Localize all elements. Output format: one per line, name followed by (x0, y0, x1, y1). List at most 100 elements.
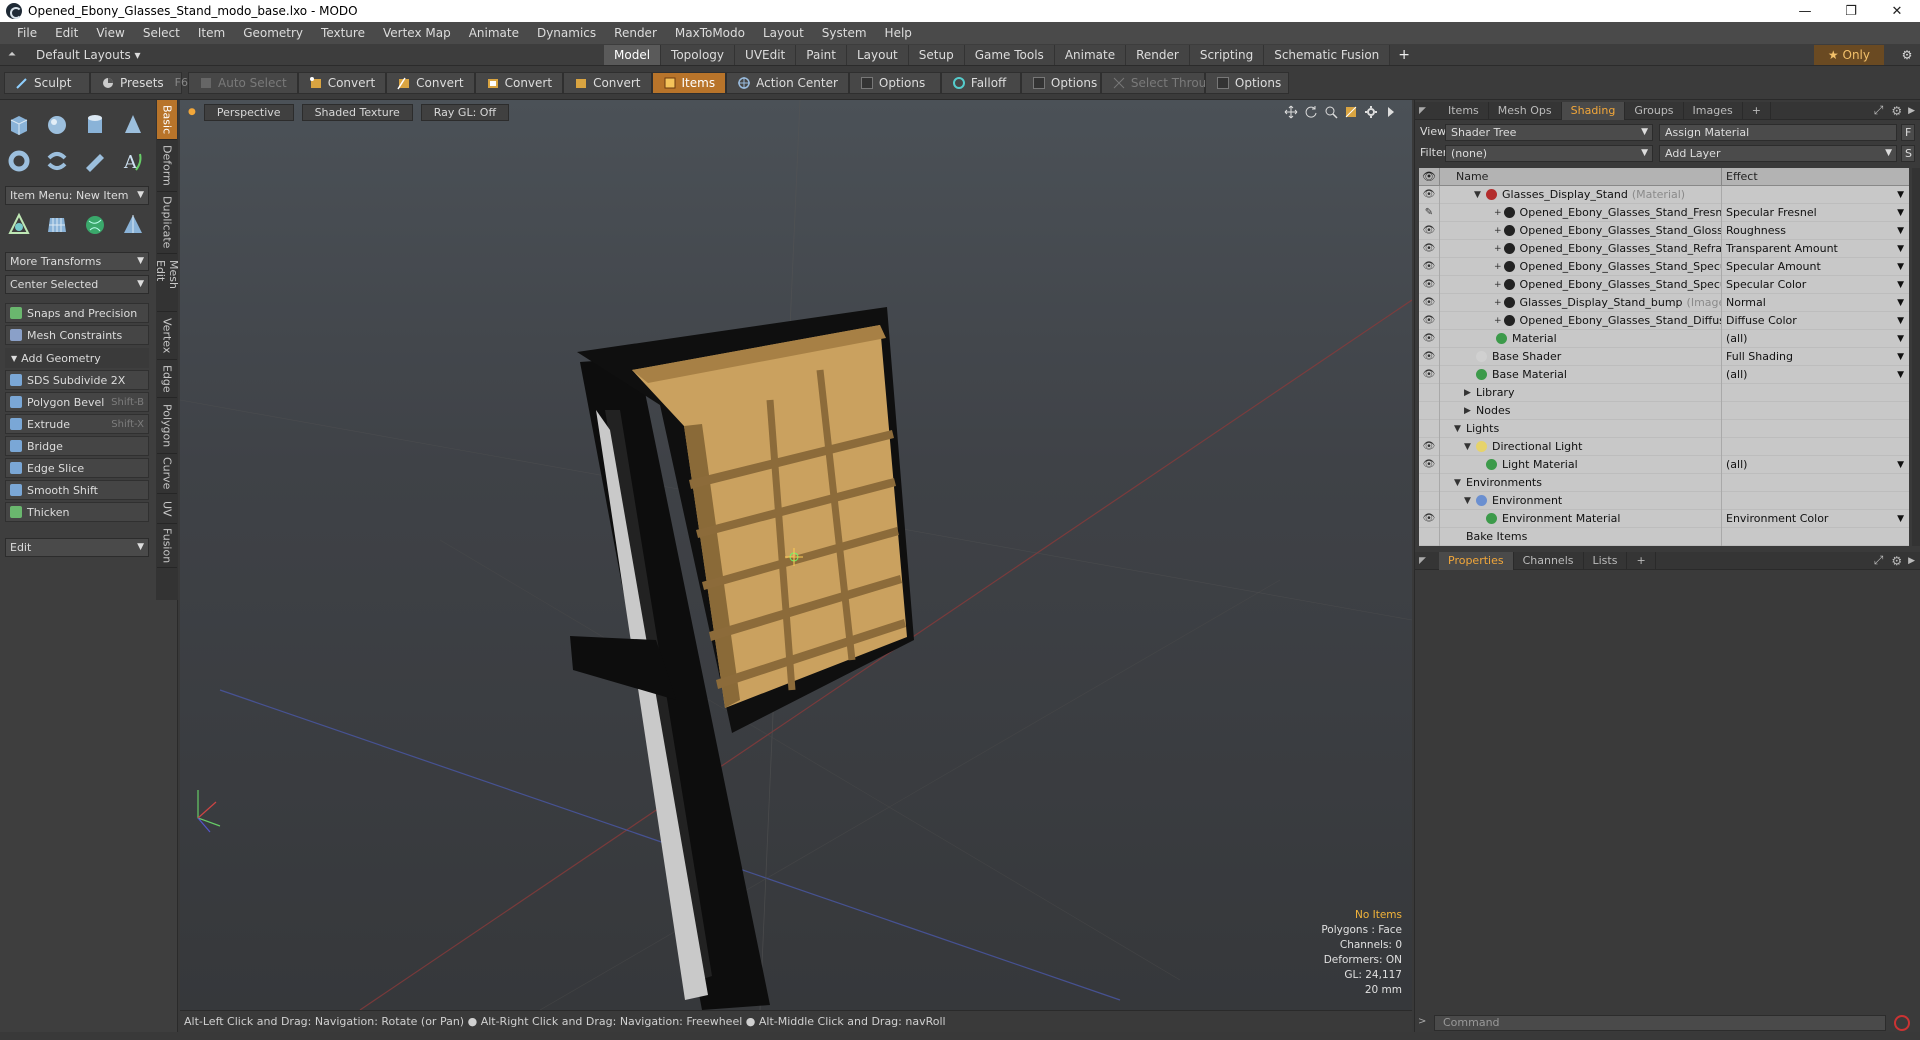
center-selected-dropdown[interactable]: Center Selected ▼ (5, 275, 149, 294)
maximize-button[interactable]: ❐ (1828, 0, 1874, 22)
view-dropdown[interactable]: Shader Tree ▼ (1445, 124, 1653, 141)
effect-cell[interactable] (1721, 383, 1909, 402)
tree-row[interactable]: 👁 + Opened_Ebony_Glasses_Stand_Refract_glo… (1419, 239, 1909, 258)
visibility-eye-icon[interactable]: 👁 (1419, 333, 1439, 344)
transform-gizmo-icon[interactable] (4, 210, 34, 240)
expand-toggle-icon[interactable]: ▼ (1454, 478, 1464, 488)
add-panel-tab-button[interactable]: + (1743, 101, 1771, 120)
pen-tool-icon[interactable] (80, 146, 110, 176)
expand-toggle-icon[interactable]: ▶ (1464, 388, 1474, 398)
zoom-icon[interactable] (1324, 105, 1338, 119)
tree-row[interactable]: 👁 Base Material (all) ▼ (1419, 365, 1909, 384)
more-transforms-dropdown[interactable]: More Transforms ▼ (5, 252, 149, 271)
expand-toggle-icon[interactable]: + (1494, 298, 1502, 308)
visibility-eye-icon[interactable]: 👁 (1419, 225, 1439, 236)
command-input[interactable]: Command (1434, 1015, 1886, 1031)
extrude-button[interactable]: Extrude Shift-X (5, 414, 149, 434)
effect-cell[interactable]: Normal ▼ (1721, 293, 1909, 312)
effect-cell[interactable] (1721, 527, 1909, 546)
vtab-edge[interactable]: Edge (157, 360, 177, 398)
effect-dropdown-arrow-icon[interactable]: ▼ (1897, 456, 1904, 474)
effect-cell[interactable]: Specular Fresnel ▼ (1721, 203, 1909, 222)
effect-cell[interactable]: ▼ (1721, 185, 1909, 204)
effect-cell[interactable] (1721, 419, 1909, 438)
expand-arrow-icon[interactable] (1384, 105, 1398, 119)
visibility-eye-icon[interactable]: 👁 (1419, 297, 1439, 308)
cube-primitive-icon[interactable] (4, 110, 34, 140)
expand-toggle-icon[interactable]: ▼ (1464, 496, 1474, 506)
tab-channels[interactable]: Channels (1514, 551, 1584, 570)
effect-cell[interactable]: Transparent Amount ▼ (1721, 239, 1909, 258)
props-menu-icon[interactable]: ◤ (1415, 556, 1429, 566)
props-collapse-icon[interactable]: ▶ (1906, 556, 1920, 566)
effect-dropdown-arrow-icon[interactable]: ▼ (1897, 186, 1904, 204)
menu-texture[interactable]: Texture (312, 26, 374, 40)
effect-dropdown-arrow-icon[interactable]: ▼ (1897, 348, 1904, 366)
expand-toggle-icon[interactable]: ▼ (1464, 442, 1474, 452)
vtab-duplicate[interactable]: Duplicate (157, 192, 177, 254)
pan-icon[interactable] (1284, 105, 1298, 119)
add-props-tab-button[interactable]: + (1627, 551, 1656, 570)
props-expand-icon[interactable]: ⤢ (1870, 553, 1888, 568)
paint-brush-icon[interactable]: ✎ (1419, 207, 1439, 218)
menu-render[interactable]: Render (605, 26, 666, 40)
visibility-eye-icon[interactable]: 👁 (1419, 513, 1439, 524)
filter-dropdown[interactable]: (none) ▼ (1445, 145, 1653, 162)
effect-cell[interactable]: (all) ▼ (1721, 365, 1909, 384)
sphere-primitive-icon[interactable] (42, 110, 72, 140)
perspective-button[interactable]: Perspective (203, 104, 294, 121)
effect-cell[interactable]: (all) ▼ (1721, 455, 1909, 474)
effect-cell[interactable]: Environment Color ▼ (1721, 509, 1909, 528)
tab-setup[interactable]: Setup (908, 44, 965, 65)
effect-cell[interactable]: Full Shading ▼ (1721, 347, 1909, 366)
tab-scripting[interactable]: Scripting (1189, 44, 1265, 65)
effect-dropdown-arrow-icon[interactable]: ▼ (1897, 222, 1904, 240)
snaps-precision-button[interactable]: Snaps and Precision (5, 303, 149, 323)
tab-schematic-fusion[interactable]: Schematic Fusion (1264, 44, 1391, 65)
raygl-button[interactable]: Ray GL: Off (420, 104, 510, 121)
vtab-uv[interactable]: UV (157, 494, 177, 524)
effect-cell[interactable] (1721, 401, 1909, 420)
menu-dynamics[interactable]: Dynamics (528, 26, 605, 40)
record-macro-icon[interactable] (1894, 1015, 1910, 1031)
sds-subdivide-button[interactable]: SDS Subdivide 2X (5, 370, 149, 390)
tree-row[interactable]: 👁+Opened_Ebony_Glasses_Stand_Diffuse(Im.… (1419, 311, 1909, 330)
s-button[interactable]: S (1901, 145, 1915, 162)
effect-dropdown-arrow-icon[interactable]: ▼ (1897, 312, 1904, 330)
tab-lists[interactable]: Lists (1584, 551, 1628, 570)
expand-toggle-icon[interactable]: + (1494, 280, 1502, 290)
tree-row[interactable]: 👁 ▼ Glasses_Display_Stand (Material) ▼ (1419, 185, 1909, 204)
vtab-curve[interactable]: Curve (157, 454, 177, 494)
tab-layout[interactable]: Layout (846, 44, 909, 65)
items-button[interactable]: Items (651, 71, 727, 94)
add-tab-button[interactable]: + (1390, 45, 1418, 65)
effect-column-header[interactable]: Effect (1721, 168, 1758, 185)
action-center-options-button[interactable]: Options (848, 71, 941, 94)
select-through-button[interactable]: Select Through (1100, 71, 1222, 94)
close-button[interactable]: ✕ (1874, 0, 1920, 22)
tab-shading[interactable]: Shading (1561, 101, 1626, 120)
vtab-basic[interactable]: Basic (157, 100, 177, 140)
panel-collapse-icon[interactable]: ▶ (1906, 106, 1920, 116)
gear-icon[interactable]: ⚙ (1894, 48, 1920, 62)
menu-help[interactable]: Help (876, 26, 921, 40)
expand-toggle-icon[interactable]: + (1494, 244, 1502, 254)
tab-groups[interactable]: Groups (1625, 101, 1684, 120)
effect-cell[interactable]: Roughness ▼ (1721, 221, 1909, 240)
tab-images[interactable]: Images (1684, 101, 1743, 120)
effect-dropdown-arrow-icon[interactable]: ▼ (1897, 330, 1904, 348)
item-menu-dropdown[interactable]: Item Menu: New Item ▼ (5, 186, 149, 205)
tab-items[interactable]: Items (1439, 101, 1489, 120)
minimize-button[interactable]: — (1782, 0, 1828, 22)
tab-topology[interactable]: Topology (661, 44, 736, 65)
menu-edit[interactable]: Edit (46, 26, 87, 40)
tree-row[interactable]: 👁 ▼ Directional Light (1419, 437, 1909, 456)
effect-dropdown-arrow-icon[interactable]: ▼ (1897, 258, 1904, 276)
tab-game-tools[interactable]: Game Tools (964, 44, 1055, 65)
visibility-eye-icon[interactable]: 👁 (1419, 243, 1439, 254)
tab-uvedit[interactable]: UVEdit (735, 44, 797, 65)
assign-material-field[interactable]: Assign Material (1659, 124, 1897, 141)
name-column-header[interactable]: Name (1439, 168, 1721, 185)
default-layouts-dropdown[interactable]: Default Layouts ▾ (36, 48, 141, 62)
effect-cell[interactable]: (all) ▼ (1721, 329, 1909, 348)
